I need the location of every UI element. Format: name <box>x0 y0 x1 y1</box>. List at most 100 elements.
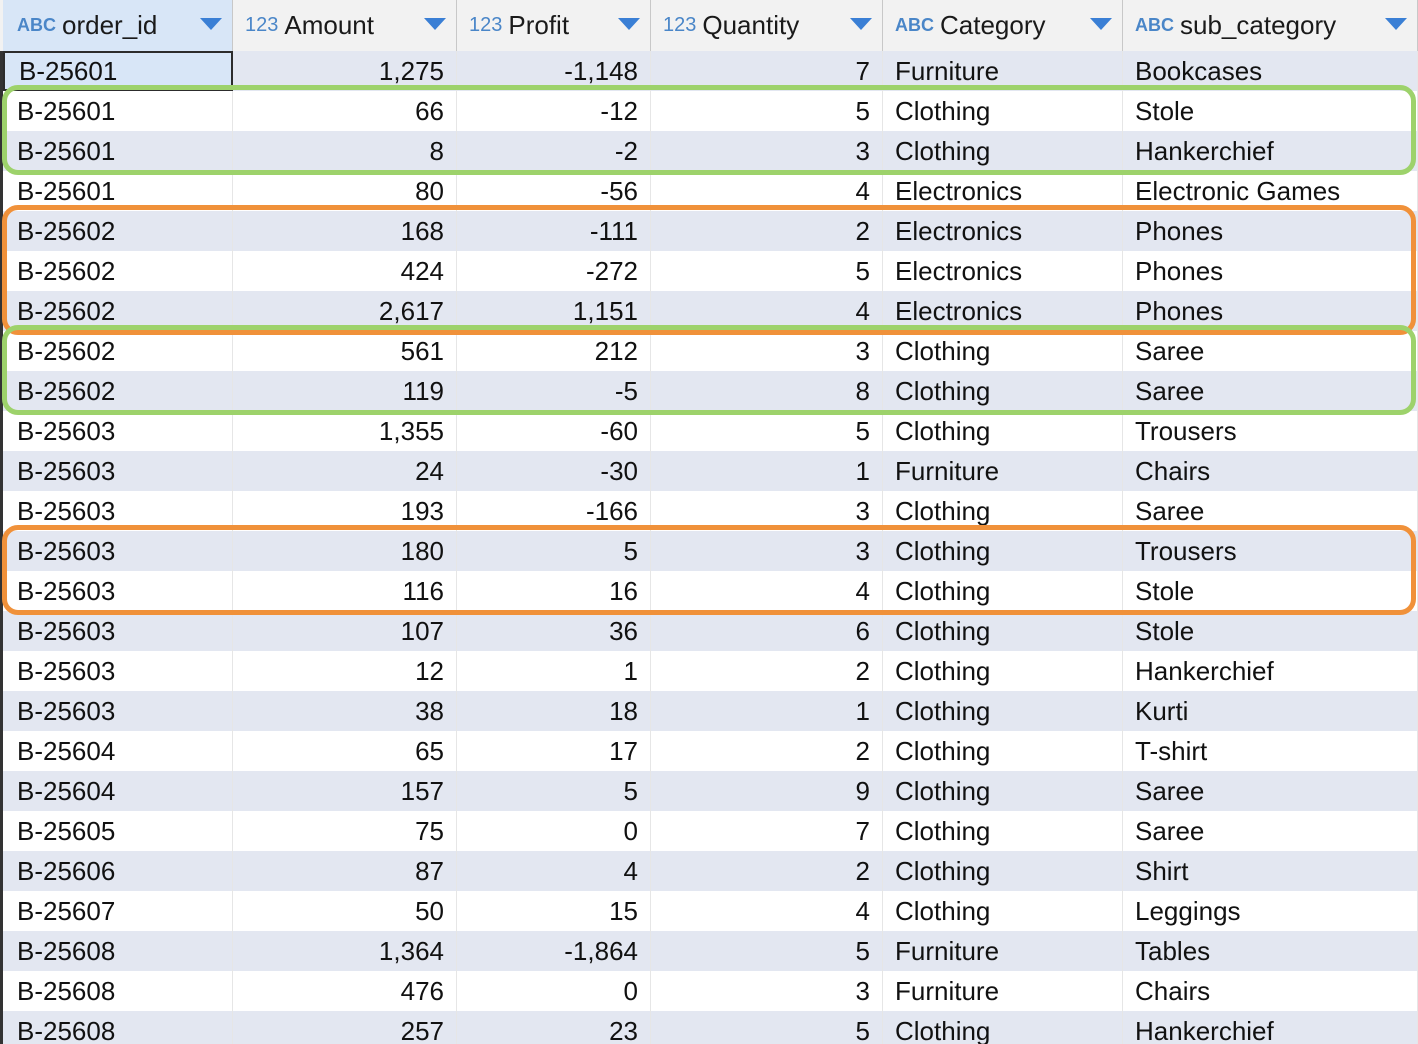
cell-category[interactable]: Clothing <box>883 531 1123 571</box>
cell-profit[interactable]: 1,151 <box>457 291 651 331</box>
cell-quantity[interactable]: 5 <box>651 91 883 131</box>
table-row[interactable]: B-25602 561 212 3 Clothing Saree <box>0 331 1418 371</box>
cell-amount[interactable]: 1,364 <box>233 931 457 971</box>
cell-amount[interactable]: 561 <box>233 331 457 371</box>
cell-amount[interactable]: 1,275 <box>233 51 457 91</box>
cell-profit[interactable]: -5 <box>457 371 651 411</box>
cell-sub-category[interactable]: Phones <box>1123 291 1418 331</box>
sort-dropdown-icon[interactable] <box>1385 18 1407 30</box>
cell-sub-category[interactable]: Saree <box>1123 331 1418 371</box>
cell-category[interactable]: Clothing <box>883 691 1123 731</box>
cell-order-id[interactable]: B-25604 <box>3 771 233 811</box>
cell-profit[interactable]: 17 <box>457 731 651 771</box>
cell-amount[interactable]: 1,355 <box>233 411 457 451</box>
table-row[interactable]: B-25603 116 16 4 Clothing Stole <box>0 571 1418 611</box>
cell-category[interactable]: Furniture <box>883 971 1123 1011</box>
cell-order-id[interactable]: B-25601 <box>3 131 233 171</box>
cell-sub-category[interactable]: Trousers <box>1123 531 1418 571</box>
table-row[interactable]: B-25605 75 0 7 Clothing Saree <box>0 811 1418 851</box>
cell-sub-category[interactable]: Hankerchief <box>1123 651 1418 691</box>
cell-amount[interactable]: 50 <box>233 891 457 931</box>
table-row[interactable]: B-25601 8 -2 3 Clothing Hankerchief <box>0 131 1418 171</box>
cell-profit[interactable]: -1,864 <box>457 931 651 971</box>
cell-quantity[interactable]: 2 <box>651 651 883 691</box>
table-row[interactable]: B-25608 476 0 3 Furniture Chairs <box>0 971 1418 1011</box>
cell-order-id[interactable]: B-25603 <box>3 571 233 611</box>
cell-sub-category[interactable]: Electronic Games <box>1123 171 1418 211</box>
cell-amount[interactable]: 12 <box>233 651 457 691</box>
cell-category[interactable]: Clothing <box>883 611 1123 651</box>
cell-quantity[interactable]: 3 <box>651 971 883 1011</box>
cell-order-id[interactable]: B-25603 <box>3 651 233 691</box>
cell-order-id[interactable]: B-25601 <box>3 171 233 211</box>
table-row[interactable]: B-25601 80 -56 4 Electronics Electronic Games <box>0 171 1418 211</box>
cell-category[interactable]: Electronics <box>883 171 1123 211</box>
cell-order-id[interactable]: B-25603 <box>3 691 233 731</box>
cell-sub-category[interactable]: Shirt <box>1123 851 1418 891</box>
sort-dropdown-icon[interactable] <box>200 18 222 30</box>
table-row[interactable]: B-25603 38 18 1 Clothing Kurti <box>0 691 1418 731</box>
cell-sub-category[interactable]: Stole <box>1123 91 1418 131</box>
cell-quantity[interactable]: 5 <box>651 931 883 971</box>
cell-profit[interactable]: -111 <box>457 211 651 251</box>
cell-profit[interactable]: 5 <box>457 771 651 811</box>
table-row[interactable]: B-25603 12 1 2 Clothing Hankerchief <box>0 651 1418 691</box>
cell-order-id[interactable]: B-25602 <box>3 371 233 411</box>
table-row[interactable]: B-25608 257 23 5 Clothing Hankerchief <box>0 1011 1418 1044</box>
cell-amount[interactable]: 119 <box>233 371 457 411</box>
cell-sub-category[interactable]: Phones <box>1123 211 1418 251</box>
cell-order-id[interactable]: B-25601 <box>3 51 233 91</box>
cell-order-id[interactable]: B-25608 <box>3 931 233 971</box>
cell-quantity[interactable]: 5 <box>651 251 883 291</box>
cell-category[interactable]: Furniture <box>883 51 1123 91</box>
cell-sub-category[interactable]: Leggings <box>1123 891 1418 931</box>
cell-amount[interactable]: 116 <box>233 571 457 611</box>
column-header-profit[interactable]: 123 Profit <box>457 0 651 51</box>
cell-amount[interactable]: 157 <box>233 771 457 811</box>
cell-category[interactable]: Clothing <box>883 771 1123 811</box>
cell-profit[interactable]: 5 <box>457 531 651 571</box>
cell-quantity[interactable]: 4 <box>651 291 883 331</box>
cell-order-id[interactable]: B-25604 <box>3 731 233 771</box>
cell-quantity[interactable]: 3 <box>651 531 883 571</box>
cell-category[interactable]: Electronics <box>883 251 1123 291</box>
cell-category[interactable]: Clothing <box>883 491 1123 531</box>
table-row[interactable]: B-25608 1,364 -1,864 5 Furniture Tables <box>0 931 1418 971</box>
cell-order-id[interactable]: B-25603 <box>3 531 233 571</box>
cell-category[interactable]: Clothing <box>883 331 1123 371</box>
cell-category[interactable]: Furniture <box>883 451 1123 491</box>
cell-category[interactable]: Electronics <box>883 291 1123 331</box>
cell-amount[interactable]: 8 <box>233 131 457 171</box>
cell-sub-category[interactable]: Saree <box>1123 811 1418 851</box>
cell-category[interactable]: Clothing <box>883 651 1123 691</box>
cell-category[interactable]: Clothing <box>883 131 1123 171</box>
table-row[interactable]: B-25603 1,355 -60 5 Clothing Trousers <box>0 411 1418 451</box>
cell-amount[interactable]: 2,617 <box>233 291 457 331</box>
cell-profit[interactable]: 18 <box>457 691 651 731</box>
cell-profit[interactable]: -12 <box>457 91 651 131</box>
cell-category[interactable]: Clothing <box>883 891 1123 931</box>
cell-profit[interactable]: 23 <box>457 1011 651 1044</box>
cell-quantity[interactable]: 3 <box>651 491 883 531</box>
cell-sub-category[interactable]: Chairs <box>1123 971 1418 1011</box>
cell-quantity[interactable]: 2 <box>651 851 883 891</box>
column-header-quantity[interactable]: 123 Quantity <box>651 0 883 51</box>
cell-profit[interactable]: -272 <box>457 251 651 291</box>
cell-profit[interactable]: 36 <box>457 611 651 651</box>
cell-category[interactable]: Clothing <box>883 1011 1123 1044</box>
cell-profit[interactable]: -60 <box>457 411 651 451</box>
cell-amount[interactable]: 193 <box>233 491 457 531</box>
cell-profit[interactable]: 0 <box>457 971 651 1011</box>
cell-order-id[interactable]: B-25602 <box>3 291 233 331</box>
cell-profit[interactable]: 0 <box>457 811 651 851</box>
cell-sub-category[interactable]: Hankerchief <box>1123 1011 1418 1044</box>
table-row[interactable]: B-25602 119 -5 8 Clothing Saree <box>0 371 1418 411</box>
cell-sub-category[interactable]: Hankerchief <box>1123 131 1418 171</box>
cell-profit[interactable]: -1,148 <box>457 51 651 91</box>
cell-amount[interactable]: 38 <box>233 691 457 731</box>
cell-profit[interactable]: 16 <box>457 571 651 611</box>
cell-order-id[interactable]: B-25603 <box>3 411 233 451</box>
cell-amount[interactable]: 80 <box>233 171 457 211</box>
column-header-amount[interactable]: 123 Amount <box>233 0 457 51</box>
cell-sub-category[interactable]: Stole <box>1123 571 1418 611</box>
